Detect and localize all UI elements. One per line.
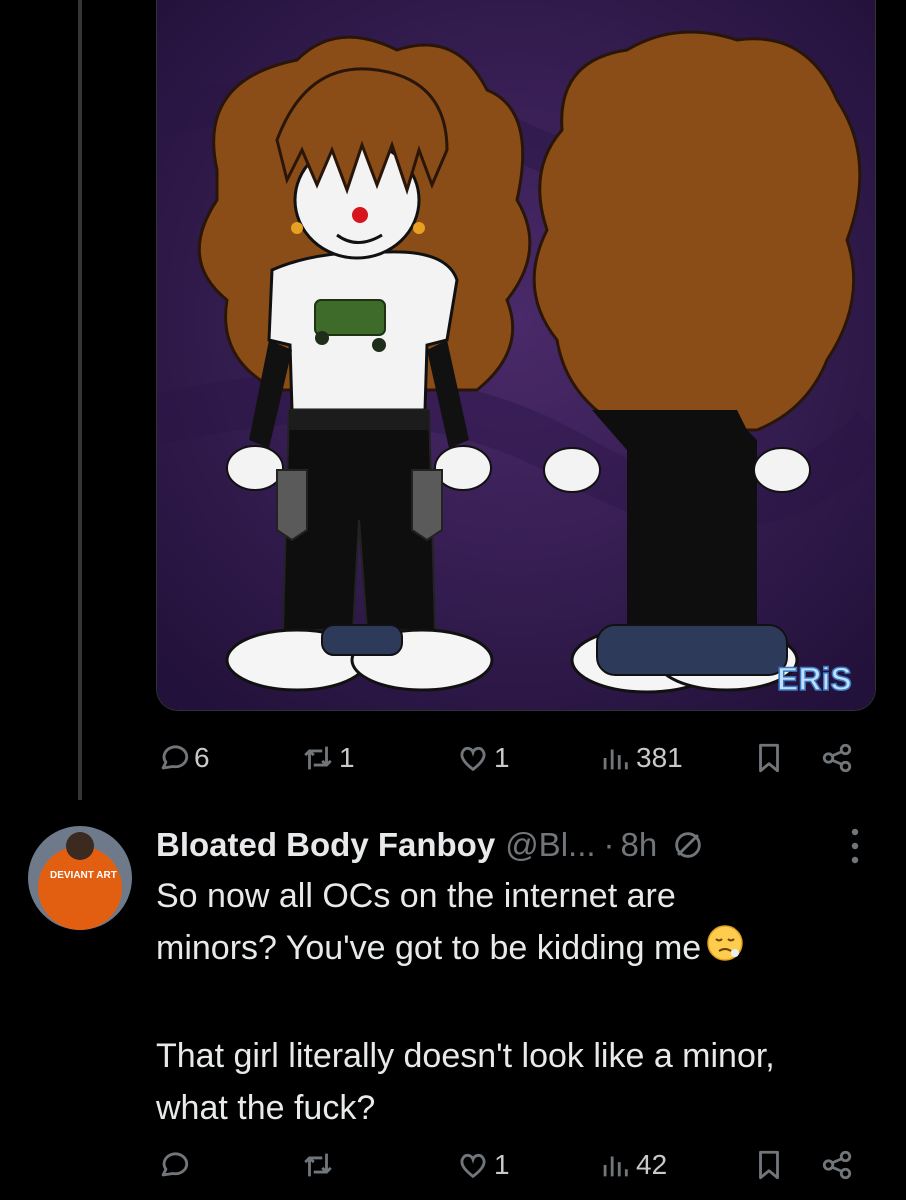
views-button[interactable]: 42 [598,1145,667,1185]
bookmark-icon [759,1150,779,1180]
face-exhaling-emoji [705,923,745,978]
avatar-text: DEVIANT ART [50,870,117,881]
repost-icon [304,746,332,770]
avatar[interactable]: DEVIANT ART [28,826,132,930]
like-count: 1 [494,742,510,773]
share-button[interactable] [820,738,854,778]
views-icon [603,749,628,770]
author-handle[interactable]: @Bl... [505,826,595,864]
views-count: 381 [636,742,683,773]
like-button[interactable]: 1 [456,1145,510,1185]
reply-text-line: That girl literally doesn't look like a … [156,1036,775,1075]
reply-icon [161,745,189,770]
heart-icon [460,746,486,772]
reply-action-bar: 1 42 [156,1145,862,1185]
author-name[interactable]: Bloated Body Fanboy [156,826,495,864]
more-icon [851,828,859,864]
more-options-button[interactable] [848,826,862,871]
circle-slash-icon [671,828,705,862]
bookmark-button[interactable] [752,1145,786,1185]
heart-icon [460,1153,486,1179]
reply-button[interactable]: 6 [156,738,210,778]
reply-count: 6 [194,742,210,773]
post-action-bar: 6 1 1 381 [156,738,862,778]
separator-dot: · [603,826,615,863]
reply-text-line: what the fuck? [156,1088,376,1127]
repost-count: 1 [339,742,355,773]
repost-button[interactable] [301,1145,339,1185]
reply-text-line: minors? You've got to be kidding me [156,929,702,967]
post-media-image[interactable]: ERiS [156,0,876,711]
post-time[interactable]: 8h [621,826,658,864]
bookmark-button[interactable] [752,738,786,778]
artist-signature: ERiS [777,661,852,697]
repost-button[interactable]: 1 [301,738,355,778]
views-button[interactable]: 381 [598,738,683,778]
reply-button[interactable] [156,1145,194,1185]
reply-body: So now all OCs on the internet are minor… [156,870,876,1134]
reply-header: Bloated Body Fanboy @Bl... · 8h [156,822,876,868]
share-icon [822,1150,852,1180]
like-count: 1 [494,1149,510,1180]
bookmark-icon [759,743,779,773]
views-count: 42 [636,1149,668,1180]
views-icon [603,1156,628,1177]
repost-icon [304,1153,332,1177]
tweet-thread: ERiS 6 1 1 381 DEVIANT ART Bloated Body … [0,0,906,1200]
reply-icon [161,1152,189,1177]
reply-text-line: So now all OCs on the internet are [156,877,676,915]
like-button[interactable]: 1 [456,738,510,778]
share-icon [822,743,852,773]
thread-connector-line [78,0,82,800]
share-button[interactable] [820,1145,854,1185]
